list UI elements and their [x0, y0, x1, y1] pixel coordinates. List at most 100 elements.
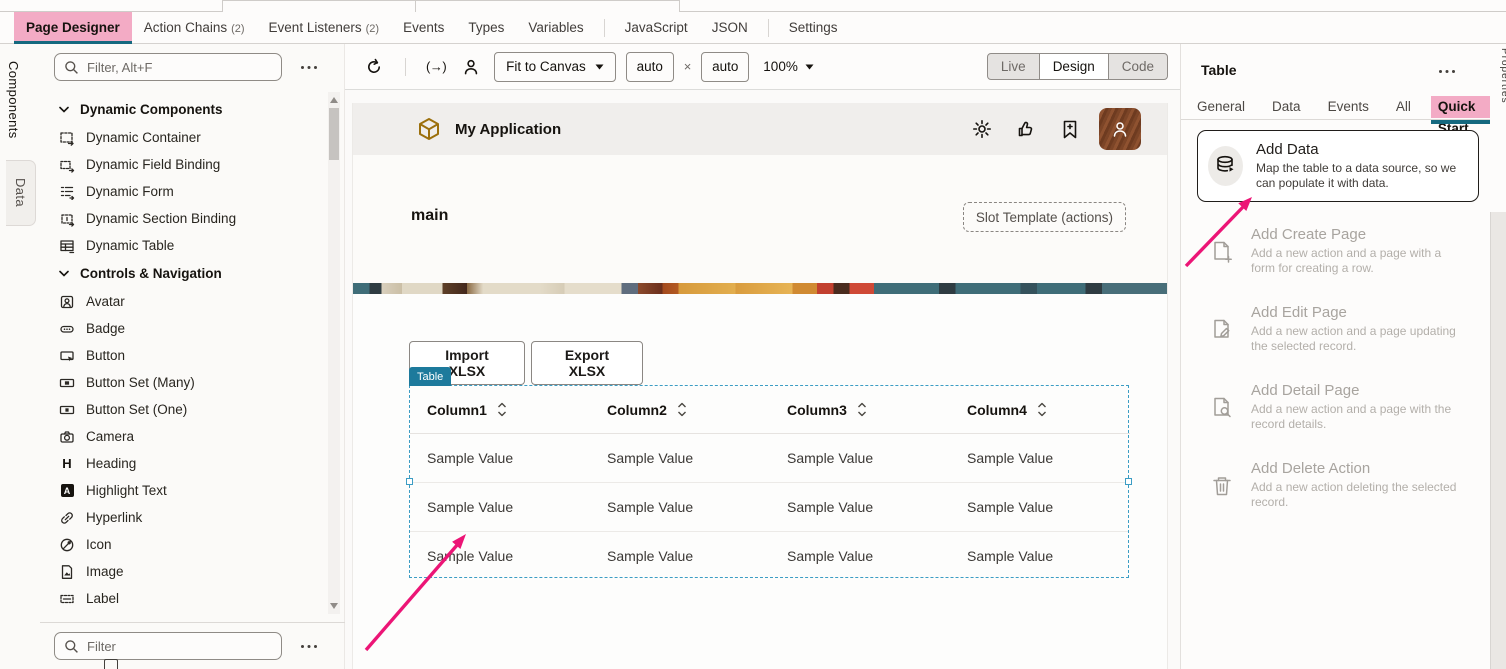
structure-overflow-button[interactable]	[296, 637, 322, 655]
palette-section-controls-navigation[interactable]: Controls & Navigation	[40, 259, 330, 288]
caret-down-icon	[595, 64, 604, 70]
palette-item-dynamic-form[interactable]: Dynamic Form	[40, 178, 330, 205]
panel-tab-data[interactable]: Data	[1272, 96, 1301, 118]
quickstart-desc: Map the table to a data source, so we ca…	[1256, 161, 1468, 192]
quickstart-card-add-data[interactable]: Add DataMap the table to a data source, …	[1197, 130, 1479, 202]
shell-tab-action-chains[interactable]: Action Chains(2)	[132, 12, 257, 44]
structure-section	[40, 622, 345, 669]
shell-tab-settings[interactable]: Settings	[777, 12, 850, 44]
shell-tab-variables[interactable]: Variables	[516, 12, 595, 44]
sort-icon	[1037, 402, 1047, 417]
palette-item-image[interactable]: Image	[40, 558, 330, 585]
palette-scrollbar[interactable]	[328, 92, 340, 614]
palette-item-label: Dynamic Container	[86, 130, 201, 145]
scroll-down-icon[interactable]	[330, 603, 338, 609]
palette-item-dynamic-table[interactable]: Dynamic Table	[40, 232, 330, 259]
bookmark-plus-icon[interactable]	[1055, 114, 1085, 144]
properties-overflow-button[interactable]	[1434, 62, 1460, 80]
sort-icon	[677, 402, 687, 417]
scrollbar-thumb[interactable]	[329, 108, 339, 160]
column-header-column2[interactable]: Column2	[590, 386, 770, 434]
structure-filter-input[interactable]	[87, 639, 272, 654]
resize-handle-right[interactable]	[1125, 478, 1132, 485]
fit-to-canvas-select[interactable]: Fit to Canvas	[494, 52, 616, 82]
canvas-region: (→) Fit to Canvas × 100% LiveDesignCode …	[345, 44, 1180, 669]
palette-item-button-set-one[interactable]: Button Set (One)	[40, 396, 330, 423]
icon-icon	[59, 537, 75, 553]
shell-tab-javascript[interactable]: JavaScript	[613, 12, 700, 44]
refresh-icon[interactable]	[361, 54, 387, 80]
palette-item-label: Dynamic Form	[86, 184, 174, 199]
components-overflow-button[interactable]	[296, 58, 322, 76]
table-row[interactable]: Sample ValueSample ValueSample ValueSamp…	[410, 434, 1128, 483]
shell-tab-event-listeners[interactable]: Event Listeners(2)	[257, 12, 392, 44]
caret-down-icon	[595, 64, 604, 70]
panel-tab-general[interactable]: General	[1197, 96, 1245, 118]
palette-item-label: Highlight Text	[86, 483, 167, 498]
palette-section-dynamic-components[interactable]: Dynamic Components	[40, 95, 330, 124]
person-icon[interactable]	[458, 54, 484, 80]
palette-item-label: Image	[86, 564, 124, 579]
resize-handle-left[interactable]	[406, 478, 413, 485]
page-detail-icon	[1209, 395, 1235, 421]
mode-switcher: LiveDesignCode	[988, 53, 1168, 80]
palette-item-dynamic-section-binding[interactable]: Dynamic Section Binding	[40, 205, 330, 232]
shell-tab-page-designer[interactable]: Page Designer	[14, 12, 132, 44]
tab-label: Settings	[789, 20, 838, 35]
palette-item-heading[interactable]: HHeading	[40, 450, 330, 477]
badge-icon	[59, 321, 75, 337]
avatar-person-icon	[1109, 118, 1131, 140]
zoom-select[interactable]: 100%	[759, 59, 818, 74]
palette-item-icon[interactable]: Icon	[40, 531, 330, 558]
palette-item-dynamic-container[interactable]: Dynamic Container	[40, 124, 330, 151]
tab-label: Page Designer	[26, 20, 120, 35]
panel-tab-quick-start[interactable]: Quick Start	[1431, 96, 1498, 118]
caret-down-icon	[805, 64, 814, 70]
slot-template-button[interactable]: Slot Template (actions)	[963, 202, 1126, 232]
mode-design[interactable]: Design	[1039, 53, 1109, 80]
palette-item-button[interactable]: Button	[40, 342, 330, 369]
tab-label: Action Chains	[144, 20, 227, 35]
panel-tab-events[interactable]: Events	[1328, 96, 1369, 118]
table-cell: Sample Value	[770, 532, 950, 580]
shell-tab-json[interactable]: JSON	[700, 12, 760, 44]
collapsed-panel-tab[interactable]: Properties	[1499, 48, 1506, 104]
palette-item-button-set-many[interactable]: Button Set (Many)	[40, 369, 330, 396]
palette-item-label[interactable]: Label	[40, 585, 330, 612]
mode-live[interactable]: Live	[987, 53, 1040, 80]
palette-item-highlight-text[interactable]: A Highlight Text	[40, 477, 330, 504]
shell-tab-types[interactable]: Types	[456, 12, 516, 44]
rail-tab-components[interactable]: Components	[6, 52, 21, 148]
chevron-down-icon	[59, 270, 69, 277]
user-avatar[interactable]	[1099, 108, 1141, 150]
column-header-column1[interactable]: Column1	[410, 386, 590, 434]
palette-item-camera[interactable]: Camera	[40, 423, 330, 450]
palette-item-hyperlink[interactable]: Hyperlink	[40, 504, 330, 531]
scroll-up-icon[interactable]	[330, 97, 338, 103]
shell-tab-events[interactable]: Events	[391, 12, 456, 44]
column-header-column4[interactable]: Column4	[950, 386, 1130, 434]
canvas-height-input[interactable]	[701, 52, 749, 82]
table-row[interactable]: Sample ValueSample ValueSample ValueSamp…	[410, 532, 1128, 580]
dynamic-field-binding-icon	[59, 157, 75, 173]
palette-item-label: Button Set (Many)	[86, 375, 195, 390]
palette-item-badge[interactable]: Badge	[40, 315, 330, 342]
thumbs-up-icon[interactable]	[1011, 114, 1041, 144]
selected-table-component[interactable]: Table Column1Column2Column3Column4 Sampl…	[409, 385, 1129, 578]
highlight-text-icon: A	[59, 484, 75, 497]
panel-tab-all[interactable]: All	[1396, 96, 1411, 118]
quickstart-item-add-edit-page: Add Edit PageAdd a new action and a page…	[1197, 304, 1479, 356]
palette-item-avatar[interactable]: Avatar	[40, 288, 330, 315]
canvas-width-input[interactable]	[626, 52, 674, 82]
export-xlsx-button[interactable]: Export XLSX	[531, 341, 643, 385]
column-header-column3[interactable]: Column3	[770, 386, 950, 434]
zoom-value: 100%	[763, 59, 798, 74]
palette-item-dynamic-field-binding[interactable]: Dynamic Field Binding	[40, 151, 330, 178]
mode-code[interactable]: Code	[1108, 53, 1168, 80]
quick-start-list: Add DataMap the table to a data source, …	[1197, 130, 1479, 538]
components-filter-input[interactable]	[87, 60, 272, 75]
table-row[interactable]: Sample ValueSample ValueSample ValueSamp…	[410, 483, 1128, 532]
gear-icon[interactable]	[967, 114, 997, 144]
rail-tab-data[interactable]: Data	[6, 160, 36, 226]
inline-frame-icon[interactable]: (→)	[424, 59, 448, 74]
